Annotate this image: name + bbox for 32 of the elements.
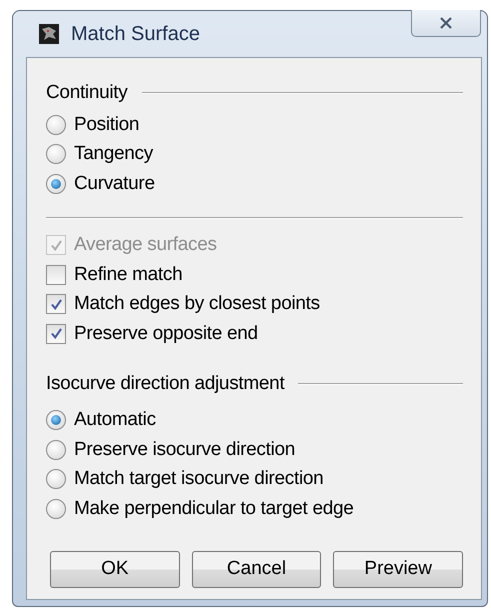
radio-option[interactable]: Tangency xyxy=(46,140,463,169)
radio-button[interactable] xyxy=(46,440,66,460)
dialog-button[interactable]: Cancel xyxy=(192,550,322,588)
dialog-button[interactable]: OK xyxy=(50,550,180,588)
radio-option[interactable]: Make perpendicular to target edge xyxy=(46,494,463,524)
checkbox[interactable] xyxy=(46,324,66,344)
check-icon xyxy=(50,238,62,252)
close-icon xyxy=(439,17,453,29)
radio-button[interactable] xyxy=(46,114,66,135)
radio-option[interactable]: Position xyxy=(46,110,463,140)
window-title: Match Surface xyxy=(71,22,200,46)
group-label: Isocurve direction adjustment xyxy=(46,372,284,394)
radio-option[interactable]: Preserve isocurve direction xyxy=(46,435,463,464)
radio-button[interactable] xyxy=(46,410,66,430)
radio-button[interactable] xyxy=(46,174,66,194)
checkbox[interactable] xyxy=(46,294,66,314)
radio-option[interactable]: Match target isocurve direction xyxy=(46,464,463,494)
close-button[interactable] xyxy=(411,10,481,37)
checkbox-option[interactable]: Refine match xyxy=(46,260,463,290)
radio-button[interactable] xyxy=(46,498,66,519)
radio-button[interactable] xyxy=(46,144,66,164)
checkbox-option[interactable]: Preserve opposite end xyxy=(46,319,463,348)
app-icon xyxy=(39,24,59,44)
radio-button[interactable] xyxy=(46,469,66,490)
radio-option[interactable]: Automatic xyxy=(46,406,463,435)
checkbox-option[interactable]: Match edges by closest points xyxy=(46,290,463,319)
dialog-button[interactable]: Preview xyxy=(333,550,464,588)
check-icon xyxy=(50,327,62,340)
radio-option[interactable]: Curvature xyxy=(46,169,463,198)
check-icon xyxy=(50,298,62,311)
group-label: Continuity xyxy=(46,82,128,104)
checkbox[interactable] xyxy=(46,264,66,285)
